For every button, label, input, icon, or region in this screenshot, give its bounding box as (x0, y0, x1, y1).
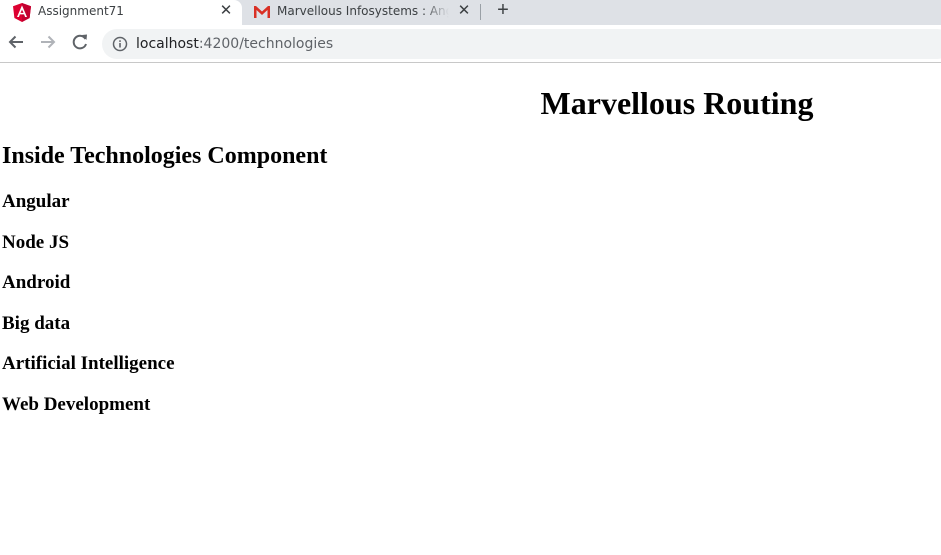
technology-item: Node JS (2, 231, 70, 253)
reload-icon[interactable] (69, 31, 91, 53)
tab-assignment71[interactable]: Assignment71 ✕ (0, 0, 242, 25)
page-content: Marvellous Routing Inside Technologies C… (0, 63, 941, 555)
technology-item: Big data (2, 312, 71, 334)
url-host: localhost (136, 36, 199, 52)
technology-item: Angular (2, 191, 70, 212)
angular-icon (13, 3, 31, 22)
tab-title: Marvellous Infosystems : Angular (277, 4, 449, 18)
close-icon[interactable]: ✕ (455, 1, 473, 19)
tab-title: Assignment71 (38, 4, 124, 18)
technology-item: Web Development (2, 393, 151, 415)
address-bar[interactable]: localhost:4200/technologies (102, 29, 941, 59)
tab-marvellous-infosystems[interactable]: Marvellous Infosystems : Angular ✕ (243, 0, 476, 25)
forward-arrow-icon[interactable] (37, 31, 59, 53)
url-path: :4200/technologies (198, 36, 334, 52)
technology-list: Angular Node JS Android Big data Artific… (2, 191, 175, 435)
technology-item: Android (2, 272, 71, 294)
back-arrow-icon[interactable] (5, 31, 27, 53)
url-text: localhost:4200/technologies (136, 36, 333, 52)
component-title: Inside Technologies Component (2, 143, 328, 169)
close-icon[interactable]: ✕ (217, 1, 235, 19)
technology-item: Artificial Intelligence (2, 353, 175, 375)
app-title: Marvellous Routing (540, 85, 814, 121)
browser-toolbar: localhost:4200/technologies (0, 25, 941, 63)
tab-strip: Assignment71 ✕ Marvellous Infosystems : … (0, 0, 941, 25)
gmail-icon (254, 6, 270, 18)
new-tab-plus-icon[interactable]: + (492, 0, 514, 22)
info-icon[interactable] (112, 36, 128, 52)
tab-separator (480, 4, 481, 20)
